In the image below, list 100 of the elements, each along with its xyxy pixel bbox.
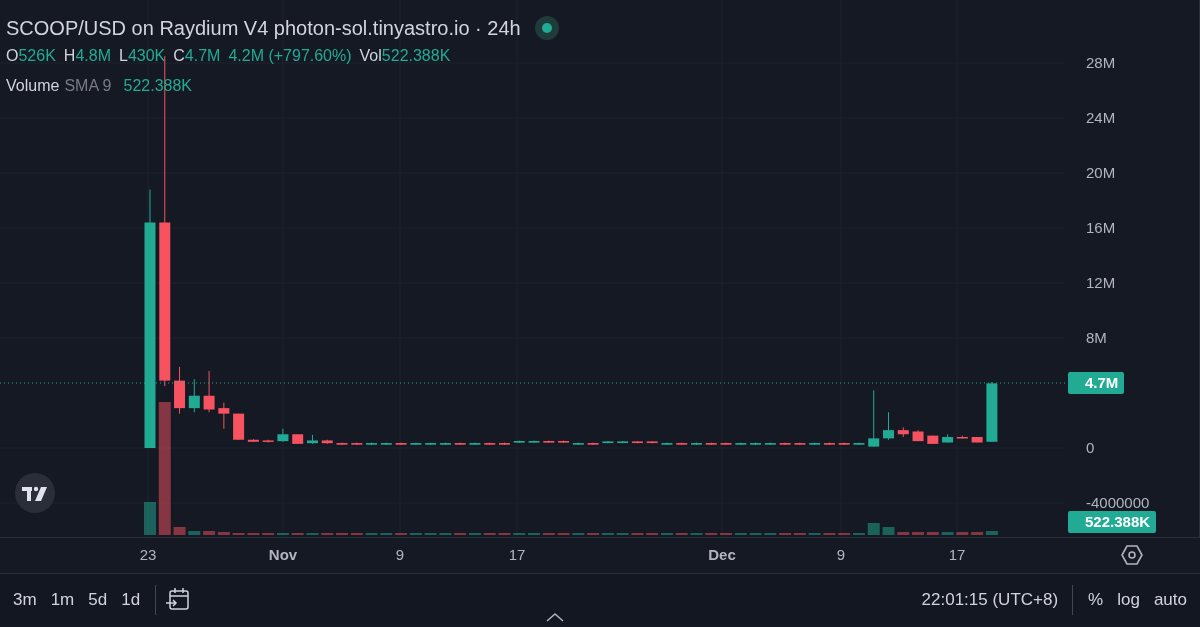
candle (942, 433, 954, 443)
range-button[interactable]: 3m (6, 586, 44, 614)
candle (174, 366, 186, 415)
candle (233, 413, 245, 441)
candle (912, 429, 924, 442)
candle (631, 440, 643, 444)
candle (809, 442, 821, 446)
volume-bar (173, 527, 186, 535)
candle (558, 440, 570, 444)
candle (247, 438, 259, 443)
ohlc-label: L (118, 46, 128, 66)
status-dot-icon (534, 16, 559, 40)
candle (691, 442, 702, 446)
volume-bar (956, 532, 969, 535)
time-label: 17 (508, 546, 526, 563)
candle (218, 402, 230, 430)
price-label: -4000000 (1086, 494, 1150, 512)
candle (764, 442, 776, 446)
ohlc-label: C (173, 46, 185, 66)
chart-title: SCOOP/USD on Raydium V4 photon-sol.tinyastro.io · 24h (6, 16, 521, 41)
candle (484, 442, 496, 446)
candle (602, 440, 614, 444)
scale-option-button[interactable]: auto (1146, 586, 1194, 614)
candle (321, 439, 333, 445)
time-label: 23 (139, 546, 157, 563)
scale-option-button[interactable]: log (1110, 586, 1147, 614)
volume-bar (867, 523, 880, 535)
volume-bar (882, 527, 895, 535)
candle (883, 411, 894, 441)
volume-bar (941, 532, 954, 535)
range-button[interactable]: 5d (81, 586, 115, 614)
volume-bar (144, 502, 156, 535)
price-label: 16M (1086, 219, 1116, 237)
ohlc-label: O (6, 46, 19, 66)
time-label: 9 (836, 546, 846, 563)
candle (366, 442, 378, 446)
price-label: 8M (1086, 329, 1107, 347)
candle (646, 440, 658, 444)
candle (188, 378, 200, 413)
time-label: Nov (268, 546, 298, 563)
candle (705, 442, 717, 446)
ohlc-value: 430K (127, 46, 166, 66)
candle (838, 442, 850, 446)
candle (853, 442, 865, 446)
candle (868, 389, 880, 448)
indicator-params: SMA 9 (64, 76, 112, 96)
candle (262, 439, 274, 443)
candle (617, 440, 629, 444)
candle (469, 442, 481, 446)
candle (513, 440, 525, 444)
settings-icon[interactable] (1121, 544, 1143, 566)
volume-value: 522.388K (381, 46, 451, 66)
candle (395, 442, 407, 446)
candle (971, 436, 983, 443)
candle (823, 442, 835, 446)
candle (927, 435, 939, 445)
candle (292, 433, 304, 445)
candle (587, 442, 599, 446)
candle (794, 442, 806, 446)
candle (336, 442, 348, 446)
candle (410, 442, 422, 446)
last-price-badge: 4.7M (1068, 372, 1125, 394)
volume-bar (897, 532, 910, 535)
candle (425, 442, 437, 446)
candle (454, 442, 466, 446)
price-label: 0 (1086, 439, 1095, 457)
chevron-up-icon[interactable] (546, 612, 564, 622)
candle (720, 442, 732, 446)
candle (543, 440, 555, 444)
price-label: 28M (1086, 54, 1116, 72)
candle (661, 442, 673, 446)
candle (351, 442, 363, 446)
candle (897, 426, 909, 438)
candle (779, 442, 791, 446)
ohlc-value: 526K (18, 46, 56, 66)
volume-badge: 522.388K (1068, 511, 1157, 533)
range-button[interactable]: 1m (43, 586, 82, 614)
candle (277, 428, 289, 443)
candle (203, 370, 215, 413)
logo-icon[interactable] (15, 473, 55, 513)
candle (986, 381, 998, 443)
candle (572, 442, 584, 446)
price-label: 20M (1086, 164, 1116, 182)
candle (956, 435, 968, 439)
candle (439, 442, 451, 446)
volume-bar (188, 531, 201, 535)
candle (735, 442, 747, 446)
clock-text: 22:01:15 (UTC+8) (921, 590, 1059, 610)
ohlc-value: 4.7M (184, 46, 221, 66)
change-value: 4.2M (+797.60%) (228, 46, 352, 66)
candle (499, 442, 510, 446)
scale-option-button[interactable]: % (1081, 586, 1111, 614)
ohlc-value: 4.8M (75, 46, 111, 66)
time-label: 9 (395, 546, 405, 563)
candle (528, 440, 540, 444)
range-button[interactable]: 1d (114, 586, 148, 614)
time-label: Dec (708, 546, 736, 563)
time-label: 17 (948, 546, 966, 563)
candle (676, 442, 688, 446)
ohlc-label: H (63, 46, 76, 66)
